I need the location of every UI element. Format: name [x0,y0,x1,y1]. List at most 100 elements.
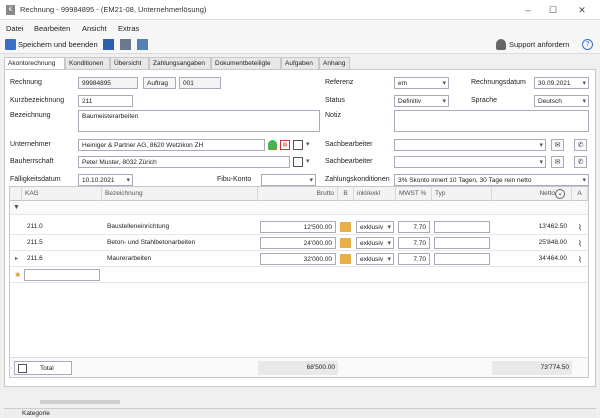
paperclip-icon[interactable]: ⌇ [575,219,585,235]
cell-inkl[interactable]: exklusiv [356,237,394,249]
cell-mwst[interactable]: 7.70 [398,253,430,265]
table-row[interactable]: 211.5 Beton- und Stahlbetonarbeiten 24'0… [10,235,588,251]
tab-konditionen[interactable]: Konditionen [65,57,110,69]
print-icon[interactable] [120,39,131,50]
total-button[interactable]: Total [14,361,72,375]
paperclip-icon[interactable]: ⌇ [575,251,585,267]
bez-field[interactable]: Baumeisterarbeiten [78,110,320,132]
rdatum-field[interactable]: 30.09.2021 [534,77,589,89]
cell-inkl[interactable]: exklusiv [356,221,394,233]
unternehmer-field[interactable]: Heiniger & Partner AG, 8620 Wetzikon ZH [78,139,265,151]
kategorie-label: Kategorie [22,410,50,417]
phone-icon[interactable]: ✆ [574,139,587,151]
folder-edit-icon[interactable] [340,238,351,248]
contact-card-icon[interactable] [293,157,303,167]
new-row[interactable]: ✱ [10,267,588,283]
status-bar: Kategorie [4,408,596,418]
table-row[interactable]: ▸ 211.6 Maurerarbeiten 32'000.00 exklusi… [10,251,588,267]
referenz-field[interactable]: em [394,77,449,89]
unternehmer-dropdown-icon[interactable]: ▾ [306,140,310,148]
kurz-field[interactable]: 211 [78,95,133,107]
cell-kag: 211.6 [27,255,43,262]
paperclip-icon[interactable]: ⌇ [575,235,585,251]
fibu-field[interactable] [261,174,316,186]
col-header-bezeichnung[interactable]: Bezeichnung [102,187,258,201]
cell-brutto[interactable]: 32'000.00 [260,253,336,265]
folder-edit-icon[interactable] [340,254,351,264]
support-icon [496,39,506,50]
cell-kag: 211.0 [27,223,43,230]
horizontal-scrollbar[interactable] [40,400,120,404]
cell-inkl[interactable]: exklusiv [356,253,394,265]
referenz-label: Referenz [325,79,354,86]
sachbearbeiter-label-1: Sachbearbeiter [325,141,373,148]
cell-typ[interactable] [434,253,490,265]
cell-mwst[interactable]: 7.70 [398,237,430,249]
notiz-field[interactable] [394,110,589,132]
rechnung-field: 99984895 [78,77,138,89]
status-label: Status [325,97,345,104]
tab-anhang[interactable]: Anhang [319,57,350,69]
current-row-arrow-icon: ▸ [15,256,19,262]
save-close-button[interactable]: Speichern und beenden [18,40,98,49]
bauherr-field[interactable]: Peter Muster, 8032 Zürich [78,156,290,168]
status-field[interactable]: Definitiv [394,95,449,107]
mail-icon[interactable]: ✉ [551,139,564,151]
window-title: Rechnung - 99984895 - (EM21-08, Unterneh… [20,5,207,14]
auftrag-button[interactable]: Auftrag [143,77,176,89]
col-header-kag[interactable]: KAG [22,187,102,201]
auftrag-field: 001 [179,77,221,89]
menu-extras[interactable]: Extras [118,24,139,33]
bez-label: Bezeichnung [10,112,51,119]
support-button[interactable]: Support anfordern [509,40,569,49]
phone-icon[interactable]: ✆ [574,156,587,168]
cell-typ[interactable] [434,237,490,249]
menu-bearbeiten[interactable]: Bearbeiten [34,24,70,33]
col-header-b[interactable]: B [338,187,354,201]
cell-brutto[interactable]: 12'500.00 [260,221,336,233]
app-icon: € [6,5,15,15]
menu-datei[interactable]: Datei [6,24,24,33]
menu-ansicht[interactable]: Ansicht [82,24,107,33]
col-header-a[interactable]: A [572,187,588,201]
new-row-kag-input[interactable] [24,269,100,281]
zk-field[interactable]: 3% Skonto innert 10 Tagen, 30 Tage rein … [394,174,589,186]
vcard-icon[interactable]: ▤ [280,140,290,150]
sachbearbeiter-field-1[interactable] [394,139,546,151]
sachbearbeiter-field-2[interactable] [394,156,546,168]
zk-label: Zahlungskonditionen [325,176,390,183]
column-chooser-icon[interactable]: ⌄ [555,189,565,199]
mail-icon[interactable]: ✉ [551,156,564,168]
tab-dokumentbeteiligte[interactable]: Dokumentbeteiligte [211,57,281,69]
minimize-icon[interactable]: – [518,3,538,17]
tab-aufgaben[interactable]: Aufgaben [281,57,319,69]
col-header-brutto[interactable]: Brutto [258,187,338,201]
sprache-field[interactable]: Deutsch [534,95,589,107]
unternehmer-label: Unternehmer [10,141,51,148]
table-row[interactable]: 211.0 Baustelleneinrichtung 12'500.00 ex… [10,219,588,235]
tab-zahlungsangaben[interactable]: Zahlungsangaben [149,57,211,69]
bauherr-dropdown-icon[interactable]: ▾ [306,157,310,165]
cell-kag: 211.5 [27,239,43,246]
close-icon[interactable]: ✕ [572,3,592,17]
filter-row[interactable]: ▼ [10,201,588,215]
tab-uebersicht[interactable]: Übersicht [110,57,149,69]
cell-mwst[interactable]: 7.70 [398,221,430,233]
col-header-inkl[interactable]: inkl/exkl [354,187,396,201]
filter-icon[interactable]: ▼ [13,204,20,211]
settings-icon[interactable] [137,39,148,50]
save-icon[interactable] [103,39,114,50]
total-footer: Total 68'500.00 73'774.50 [10,357,588,377]
person-green-icon[interactable] [268,140,277,150]
help-icon[interactable]: ? [582,39,593,50]
cell-typ[interactable] [434,221,490,233]
cell-bezeichnung: Maurerarbeiten [107,255,152,262]
contact-card-icon[interactable] [293,140,303,150]
fibu-label: Fibu-Konto [217,176,252,183]
col-header-mwst[interactable]: MWST % [396,187,432,201]
cell-brutto[interactable]: 24'000.00 [260,237,336,249]
maximize-icon[interactable]: ☐ [543,3,563,17]
folder-edit-icon[interactable] [340,222,351,232]
col-header-typ[interactable]: Typ [432,187,492,201]
faellig-field[interactable]: 10.10.2021 [78,174,133,186]
